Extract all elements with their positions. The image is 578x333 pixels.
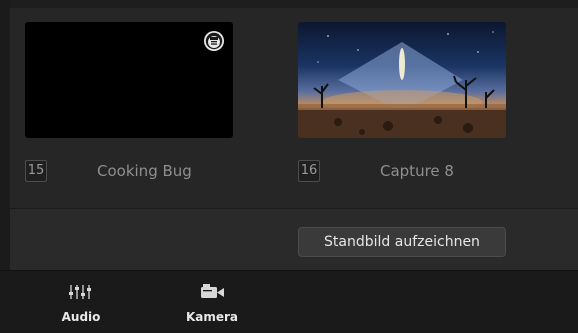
camera-icon [201, 284, 224, 298]
media-tile-capture-8[interactable]: 16 Capture 8 [298, 22, 506, 208]
media-pool: 15 Cooking Bug 16 Capture 8 [10, 8, 578, 208]
media-label: Capture 8 [380, 162, 454, 180]
bottom-tab-bar: Audio Kamera [0, 270, 578, 333]
tab-label: Audio [61, 310, 101, 324]
media-number-badge: 16 [298, 160, 320, 182]
action-bar: Standbild aufzeichnen [10, 208, 578, 271]
tab-kamera[interactable]: Kamera [177, 283, 247, 324]
media-number-badge: 15 [25, 160, 47, 182]
mixer-sliders-icon [69, 285, 91, 299]
left-edge [0, 0, 10, 270]
tab-label: Kamera [185, 310, 239, 324]
media-thumbnail[interactable] [298, 22, 506, 138]
food-logo-icon [204, 31, 224, 51]
media-label: Cooking Bug [97, 162, 192, 180]
desert-scene-image [298, 31, 506, 138]
media-tile-cooking-bug[interactable]: 15 Cooking Bug [25, 22, 233, 208]
media-thumbnail[interactable] [25, 22, 233, 138]
capture-still-button[interactable]: Standbild aufzeichnen [298, 227, 506, 257]
tab-audio[interactable]: Audio [46, 283, 116, 324]
